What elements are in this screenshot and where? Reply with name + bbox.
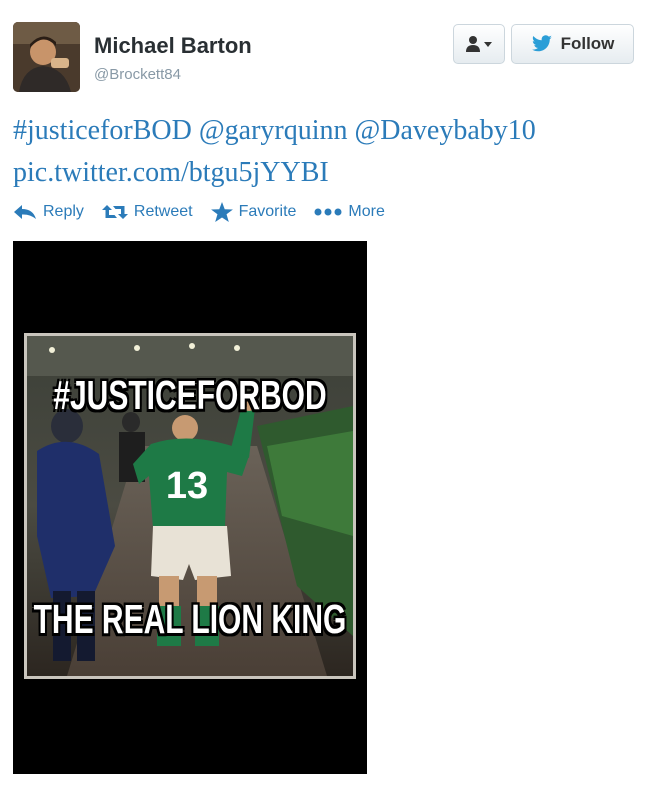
- bird-icon: [531, 35, 552, 52]
- user-name[interactable]: Michael Barton: [94, 33, 252, 59]
- star-icon: [210, 202, 233, 222]
- tweet-actions: Reply Retweet Favorite More: [13, 202, 403, 222]
- meme-caption-bottom: THE REAL LION KING: [33, 598, 347, 643]
- retweet-icon: [101, 205, 128, 219]
- media-link[interactable]: pic.twitter.com/btgu5jYYBI: [13, 157, 329, 188]
- more-label: More: [348, 203, 385, 220]
- favorite-action[interactable]: Favorite: [210, 202, 297, 222]
- person-dropdown-icon: [466, 36, 492, 52]
- reply-action[interactable]: Reply: [13, 203, 84, 221]
- tweet-photo: 13 #JUSTICEFORBOD THE REAL LION KING: [24, 333, 356, 679]
- retweet-label: Retweet: [133, 203, 193, 220]
- avatar[interactable]: [13, 22, 80, 92]
- user-handle[interactable]: @Brockett84: [94, 66, 181, 83]
- tweet-text: #justiceforBOD @garyrquinn @Daveybaby10 pi…: [13, 110, 643, 194]
- user-actions-button[interactable]: [453, 24, 505, 64]
- jersey-number: 13: [166, 465, 208, 507]
- favorite-label: Favorite: [238, 203, 297, 220]
- reply-icon: [14, 205, 36, 219]
- follow-button[interactable]: Follow: [511, 24, 634, 64]
- follow-label: Follow: [560, 34, 615, 53]
- mention-link[interactable]: @garyrquinn: [199, 115, 348, 146]
- reply-label: Reply: [43, 203, 84, 220]
- retweet-action[interactable]: Retweet: [101, 203, 193, 221]
- tweet-media[interactable]: 13 #JUSTICEFORBOD THE REAL LION KING: [13, 241, 367, 774]
- mention-link[interactable]: @Daveybaby10: [355, 115, 536, 146]
- meme-caption-top: #JUSTICEFORBOD: [53, 374, 327, 419]
- more-action[interactable]: More: [314, 203, 385, 221]
- more-dots-icon: [314, 208, 342, 216]
- hashtag-link[interactable]: #justiceforBOD: [13, 115, 192, 146]
